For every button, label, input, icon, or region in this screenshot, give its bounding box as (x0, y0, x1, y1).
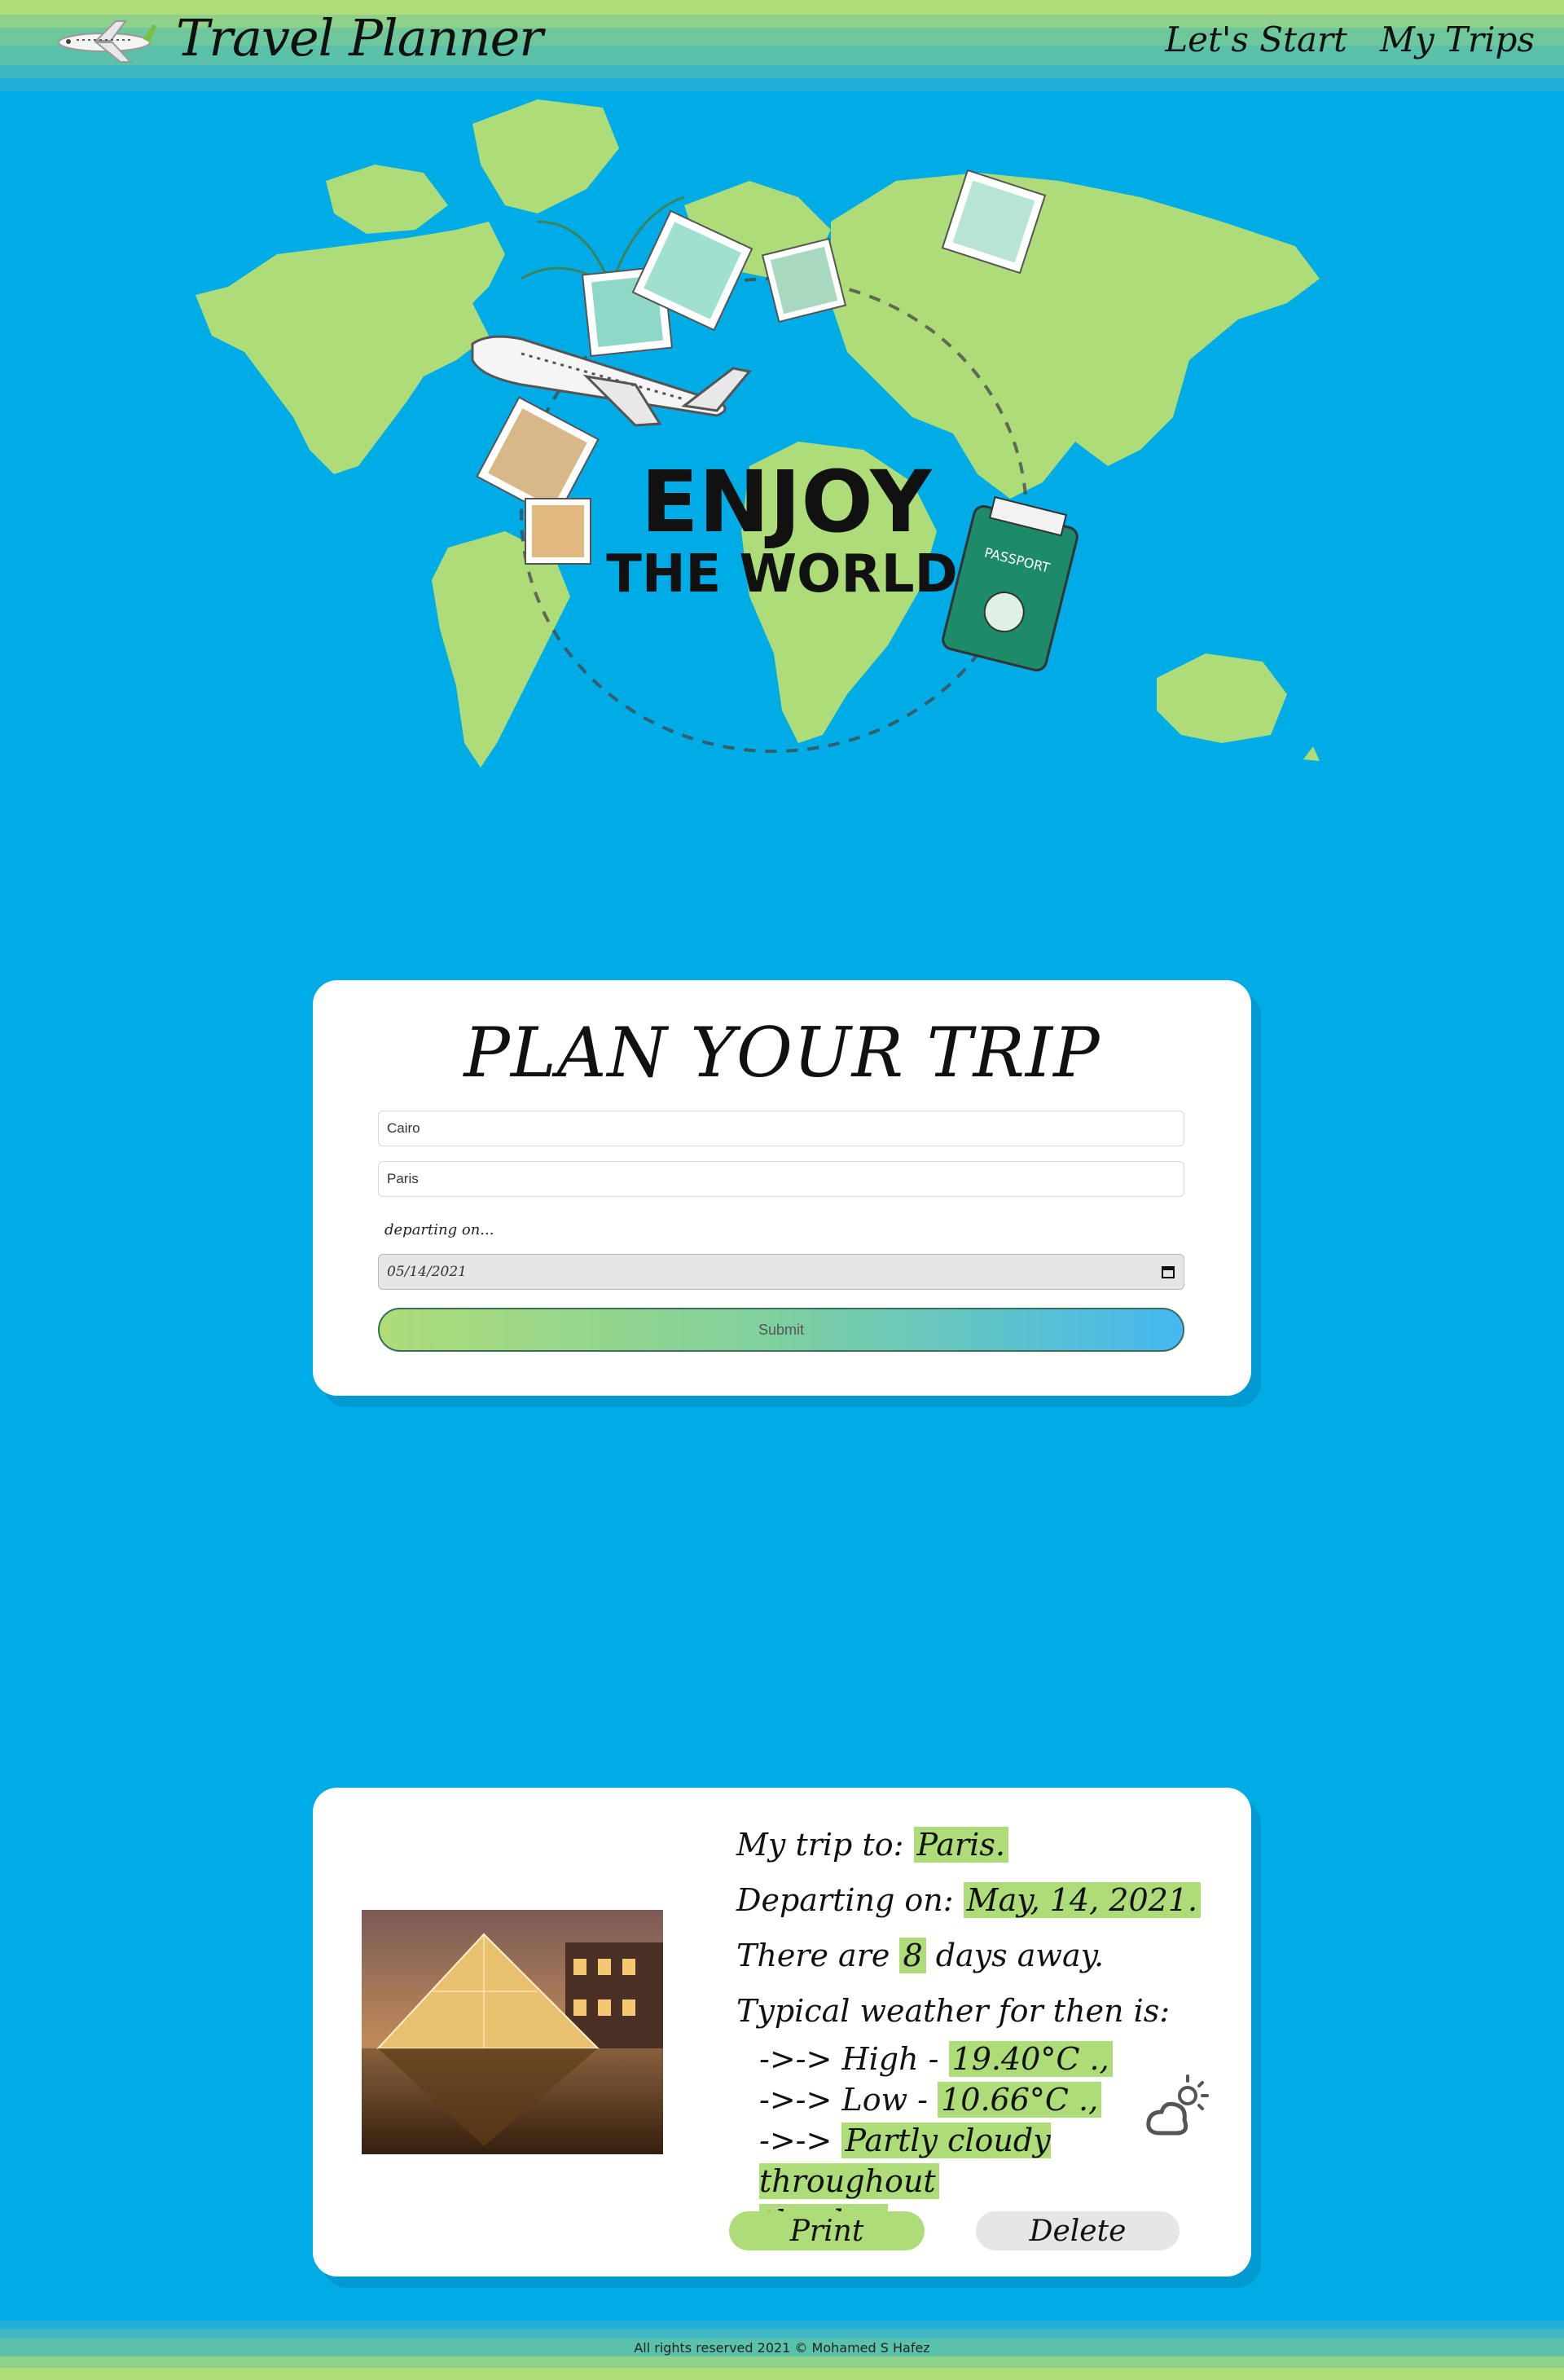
weather-desc: ->-> Partly cloudy throughout (736, 2120, 1193, 2202)
print-button[interactable]: Print (729, 2211, 925, 2250)
arrow-glyph: ->-> (759, 2041, 833, 2077)
days-suffix: days away. (935, 1938, 1105, 1973)
low-label: Low - (841, 2082, 929, 2118)
brand-title: Travel Planner (176, 8, 543, 68)
airplane-icon (58, 20, 156, 63)
days-count: 8 (899, 1938, 926, 1973)
map-north-america (196, 222, 505, 474)
nav-lets-start[interactable]: Let's Start (1165, 20, 1347, 59)
main-nav: Let's Start My Trips (1165, 20, 1535, 59)
plan-trip-card: PLAN YOUR TRIP Cairo Paris departing on.… (313, 980, 1251, 1396)
weather-low: ->-> Low - 10.66°C ., (736, 2079, 1193, 2120)
nav-my-trips[interactable]: My Trips (1380, 20, 1535, 59)
delete-button[interactable]: Delete (976, 2211, 1180, 2250)
date-input[interactable]: 05/14/2021 (378, 1254, 1184, 1290)
high-temp: 19.40°C ., (948, 2041, 1113, 2077)
trip-countdown-line: There are 8 days away. (736, 1928, 1193, 1983)
trip-date: May, 14, 2021. (963, 1882, 1202, 1918)
partly-cloudy-icon (1146, 2074, 1209, 2136)
trip-destination-line: My trip to: Paris. (736, 1817, 1193, 1872)
map-australia (1157, 653, 1287, 743)
map-asia (831, 173, 1320, 499)
calendar-icon[interactable] (1161, 1265, 1175, 1279)
hero-headline-top: ENJOY (641, 452, 933, 552)
arrow-glyph: ->-> (759, 2082, 833, 2118)
high-label: High - (841, 2041, 939, 2077)
date-value: 05/14/2021 (387, 1264, 467, 1280)
photo-polaroid-6 (525, 498, 591, 565)
trip-details: My trip to: Paris. Departing on: May, 14… (736, 1817, 1202, 2242)
trip-destination: Paris. (913, 1827, 1008, 1863)
site-header: Travel Planner Let's Start My Trips (0, 0, 1564, 91)
trip-date-line: Departing on: May, 14, 2021. (736, 1872, 1202, 1928)
days-prefix: There are (736, 1938, 890, 1973)
trip-result-card: My trip to: Paris. Departing on: May, 14… (313, 1788, 1251, 2277)
passport-illustration: PASSPORT (942, 495, 1079, 672)
hero-world-map: PASSPORT ENJOY THE WORLD (196, 99, 1320, 768)
departing-label: departing on... (384, 1221, 494, 1238)
map-south-america (432, 531, 570, 768)
origin-input[interactable]: Cairo (378, 1111, 1184, 1146)
plan-title: PLAN YOUR TRIP (463, 1013, 1101, 1093)
destination-input[interactable]: Paris (378, 1161, 1184, 1197)
departing-on-label: Departing on: (736, 1882, 954, 1918)
arrow-glyph: ->-> (759, 2123, 833, 2158)
destination-photo (362, 1910, 663, 2154)
weather-high: ->-> High - 19.40°C ., (736, 2039, 1193, 2079)
site-footer: All rights reserved 2021 © Mohamed S Haf… (0, 2321, 1564, 2380)
low-temp: 10.66°C ., (938, 2082, 1102, 2118)
hero-headline-bottom: THE WORLD (606, 544, 957, 605)
weather-title: Typical weather for then is: (736, 1993, 1171, 2029)
submit-button[interactable]: Submit (378, 1308, 1184, 1352)
trip-to-label: My trip to: (736, 1827, 904, 1863)
footer-copyright: All rights reserved 2021 © Mohamed S Haf… (634, 2340, 930, 2356)
